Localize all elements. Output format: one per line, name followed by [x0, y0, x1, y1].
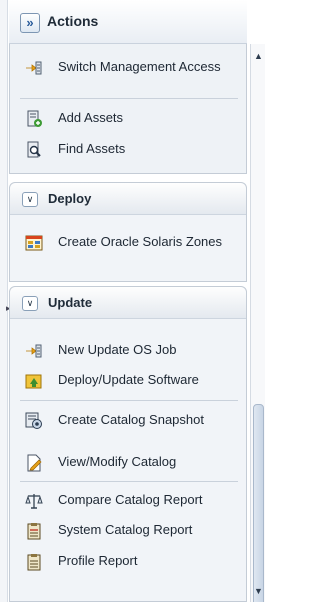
deploy-section-header[interactable]: ∨ Deploy	[10, 183, 246, 215]
top-actions-section: Switch Management Access Add Assets Find…	[9, 44, 247, 174]
update-job-icon	[26, 344, 42, 358]
zones-icon	[25, 235, 43, 251]
update-title: Update	[48, 295, 93, 310]
collapse-chevron-icon[interactable]: ∨	[22, 296, 38, 311]
new-update-os-job-label: New Update OS Job	[58, 342, 177, 357]
create-solaris-zones-label: Create Oracle Solaris Zones	[58, 234, 223, 249]
compare-catalog-report-label: Compare Catalog Report	[58, 492, 203, 507]
new-update-os-job-link[interactable]: New Update OS Job	[10, 339, 248, 363]
update-section-header[interactable]: ∨ Update	[10, 287, 246, 319]
add-assets-link[interactable]: Add Assets	[10, 107, 248, 131]
view-modify-catalog-link[interactable]: View/Modify Catalog	[10, 451, 248, 475]
expand-panel-button[interactable]: »	[20, 13, 40, 33]
separator	[20, 98, 238, 99]
actions-header: » Actions	[9, 0, 247, 44]
scroll-down-icon[interactable]: ▼	[252, 585, 265, 598]
collapse-chevron-icon[interactable]: ∨	[22, 192, 38, 207]
actions-title: Actions	[47, 13, 99, 29]
find-assets-icon	[27, 141, 41, 158]
actions-panel: » Actions Switch Management Access Add A…	[9, 0, 247, 602]
profile-report-label: Profile Report	[58, 553, 138, 568]
scroll-up-icon[interactable]: ▲	[252, 50, 265, 63]
system-catalog-report-link[interactable]: System Catalog Report	[10, 519, 248, 543]
create-solaris-zones-link[interactable]: Create Oracle Solaris Zones	[10, 231, 248, 267]
system-report-icon	[27, 523, 41, 540]
deploy-title: Deploy	[48, 191, 92, 206]
switch-access-icon	[26, 61, 42, 75]
add-assets-icon	[27, 110, 42, 127]
compare-catalog-report-link[interactable]: Compare Catalog Report	[10, 489, 248, 513]
separator	[20, 481, 238, 482]
profile-report-icon	[27, 554, 41, 571]
system-catalog-report-label: System Catalog Report	[58, 522, 193, 537]
deploy-software-icon	[25, 374, 42, 389]
profile-report-link[interactable]: Profile Report	[10, 550, 248, 574]
deploy-section: ∨ Deploy Create Oracle Solaris Zones	[9, 182, 247, 282]
catalog-snapshot-icon	[25, 412, 42, 429]
add-assets-label: Add Assets	[58, 110, 124, 125]
create-catalog-snapshot-link[interactable]: Create Catalog Snapshot	[10, 409, 248, 445]
compare-report-icon	[25, 494, 43, 509]
find-assets-label: Find Assets	[58, 141, 126, 156]
switch-management-access-label: Switch Management Access	[58, 59, 221, 74]
deploy-update-software-label: Deploy/Update Software	[58, 372, 199, 387]
vertical-scrollbar[interactable]: ▲ ▼	[250, 44, 265, 602]
switch-management-access-link[interactable]: Switch Management Access	[10, 56, 248, 92]
view-modify-catalog-label: View/Modify Catalog	[58, 454, 177, 469]
separator	[20, 400, 238, 401]
find-assets-link[interactable]: Find Assets	[10, 138, 248, 162]
deploy-update-software-link[interactable]: Deploy/Update Software	[10, 369, 248, 393]
scroll-thumb[interactable]	[253, 404, 264, 602]
update-section: ∨ Update New Update OS Job Deploy/Update…	[9, 286, 247, 602]
create-catalog-snapshot-label: Create Catalog Snapshot	[58, 412, 204, 427]
modify-catalog-icon	[27, 454, 42, 472]
